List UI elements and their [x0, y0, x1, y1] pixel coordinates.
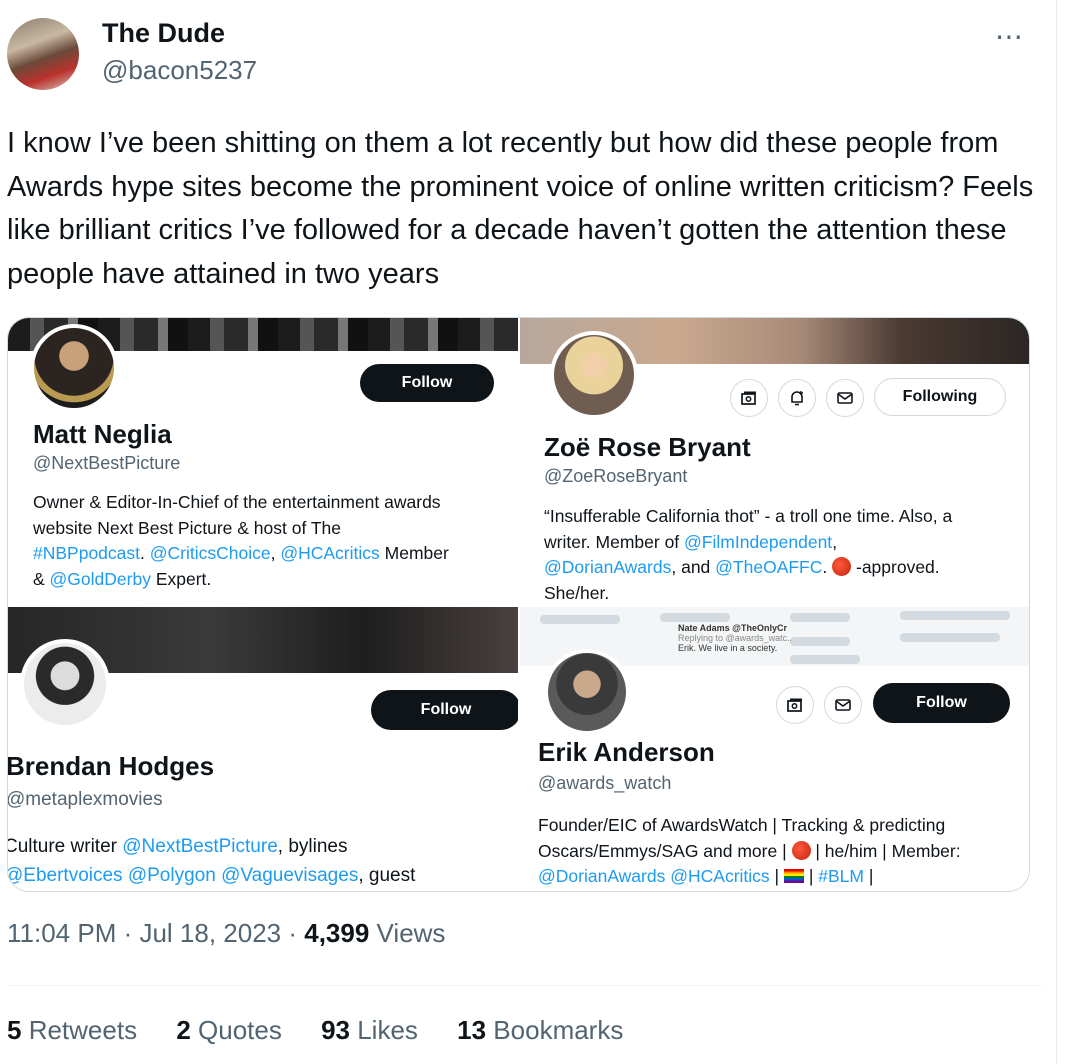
profile-avatar [544, 649, 630, 735]
follow-button[interactable]: Follow [371, 690, 518, 730]
link-nbppodcast[interactable]: #NBPpodcast [33, 543, 140, 563]
retweets-stat[interactable]: 5 Retweets [7, 1015, 137, 1046]
subscribe-icon[interactable] [730, 379, 768, 417]
profile-bio: Owner & Editor-In-Chief of the entertain… [33, 492, 449, 589]
rainbow-flag-icon [783, 869, 804, 883]
profile-avatar[interactable] [7, 18, 79, 90]
profile-avatar [30, 324, 118, 412]
views-label: Views [369, 918, 446, 948]
link-vaguevisages[interactable]: @Vaguevisages [221, 865, 358, 886]
more-options-icon[interactable]: ⋯ [995, 20, 1024, 53]
profile-name: Matt Neglia [33, 419, 172, 449]
profile-card-matt-neglia[interactable]: Follow Matt Neglia @NextBestPicture Owne… [8, 318, 518, 606]
quotes-stat[interactable]: 2 Quotes [176, 1015, 282, 1046]
author-display-name[interactable]: The Dude [102, 18, 225, 49]
subscribe-icon[interactable] [776, 686, 814, 724]
profile-name: Erik Anderson [538, 737, 715, 767]
link-theoaffc[interactable]: @TheOAFFC [715, 557, 822, 577]
views-count: 4,399 [304, 918, 370, 948]
tomato-icon [791, 840, 811, 860]
author-handle[interactable]: @bacon5237 [102, 55, 257, 86]
profile-bio: Founder/EIC of AwardsWatch | Tracking & … [538, 815, 961, 886]
link-dorianawards[interactable]: @DorianAwards [544, 557, 671, 577]
profile-handle: @metaplexmovies [8, 789, 163, 810]
profile-card-zoe-rose-bryant[interactable]: Following Zoë Rose Bryant @ZoeRoseBryant… [520, 318, 1029, 606]
tweet-text: I know I’ve been shitting on them a lot … [7, 127, 1034, 290]
profile-handle: @NextBestPicture [33, 453, 181, 473]
profile-bio: Culture writer @NextBestPicture, bylines… [8, 832, 518, 890]
profile-handle: @ZoeRoseBryant [544, 466, 688, 486]
message-icon[interactable] [826, 379, 864, 417]
link-polygon[interactable]: @Polygon [128, 865, 216, 886]
link-dorianawards[interactable]: @DorianAwards [538, 866, 665, 886]
media-grid[interactable]: Follow Matt Neglia @NextBestPicture Owne… [7, 317, 1030, 892]
link-nextbestpicture[interactable]: @NextBestPicture [122, 836, 278, 857]
engagement-stats: 5 Retweets 2 Quotes 93 Likes 13 Bookmark… [7, 1015, 655, 1046]
follow-button[interactable]: Follow [360, 364, 494, 402]
follow-button[interactable]: Follow [873, 683, 1010, 723]
following-button[interactable]: Following [874, 378, 1006, 416]
message-icon[interactable] [824, 686, 862, 724]
banner-tweet-snippet: Nate Adams @TheOnlyCr Replying to @award… [678, 623, 793, 653]
link-hcacritics[interactable]: @HCAcritics [670, 866, 769, 886]
profile-bio: “Insufferable California thot” - a troll… [544, 506, 953, 603]
link-goldderby[interactable]: @GoldDerby [50, 569, 151, 589]
notifications-icon[interactable] [778, 379, 816, 417]
likes-stat[interactable]: 93 Likes [321, 1015, 418, 1046]
tweet-time[interactable]: 11:04 PM [7, 918, 116, 948]
link-criticschoice[interactable]: @CriticsChoice [150, 543, 271, 563]
link-blm[interactable]: #BLM [818, 866, 864, 886]
link-ebertvoices[interactable]: @Ebertvoices [8, 865, 123, 886]
profile-avatar [20, 639, 110, 729]
profile-card-brendan-hodges[interactable]: Follow Brendan Hodges @metaplexmovies Cu… [8, 607, 518, 891]
tweet-date[interactable]: Jul 18, 2023 [139, 918, 281, 948]
tomato-icon [832, 557, 852, 576]
profile-avatar [550, 331, 638, 419]
profile-name: Brendan Hodges [8, 751, 215, 781]
bookmarks-stat[interactable]: 13 Bookmarks [457, 1015, 623, 1046]
right-border [1056, 0, 1057, 1064]
divider [7, 985, 1042, 986]
tweet-meta: 11:04 PM · Jul 18, 2023 · 4,399 Views [7, 918, 446, 948]
profile-card-erik-anderson[interactable]: Nate Adams @TheOnlyCr Replying to @award… [520, 607, 1029, 891]
link-hcacritics[interactable]: @HCAcritics [280, 543, 379, 563]
link-filmindependent[interactable]: @FilmIndependent [684, 532, 832, 552]
profile-name: Zoë Rose Bryant [544, 432, 751, 462]
profile-handle: @awards_watch [538, 773, 672, 793]
